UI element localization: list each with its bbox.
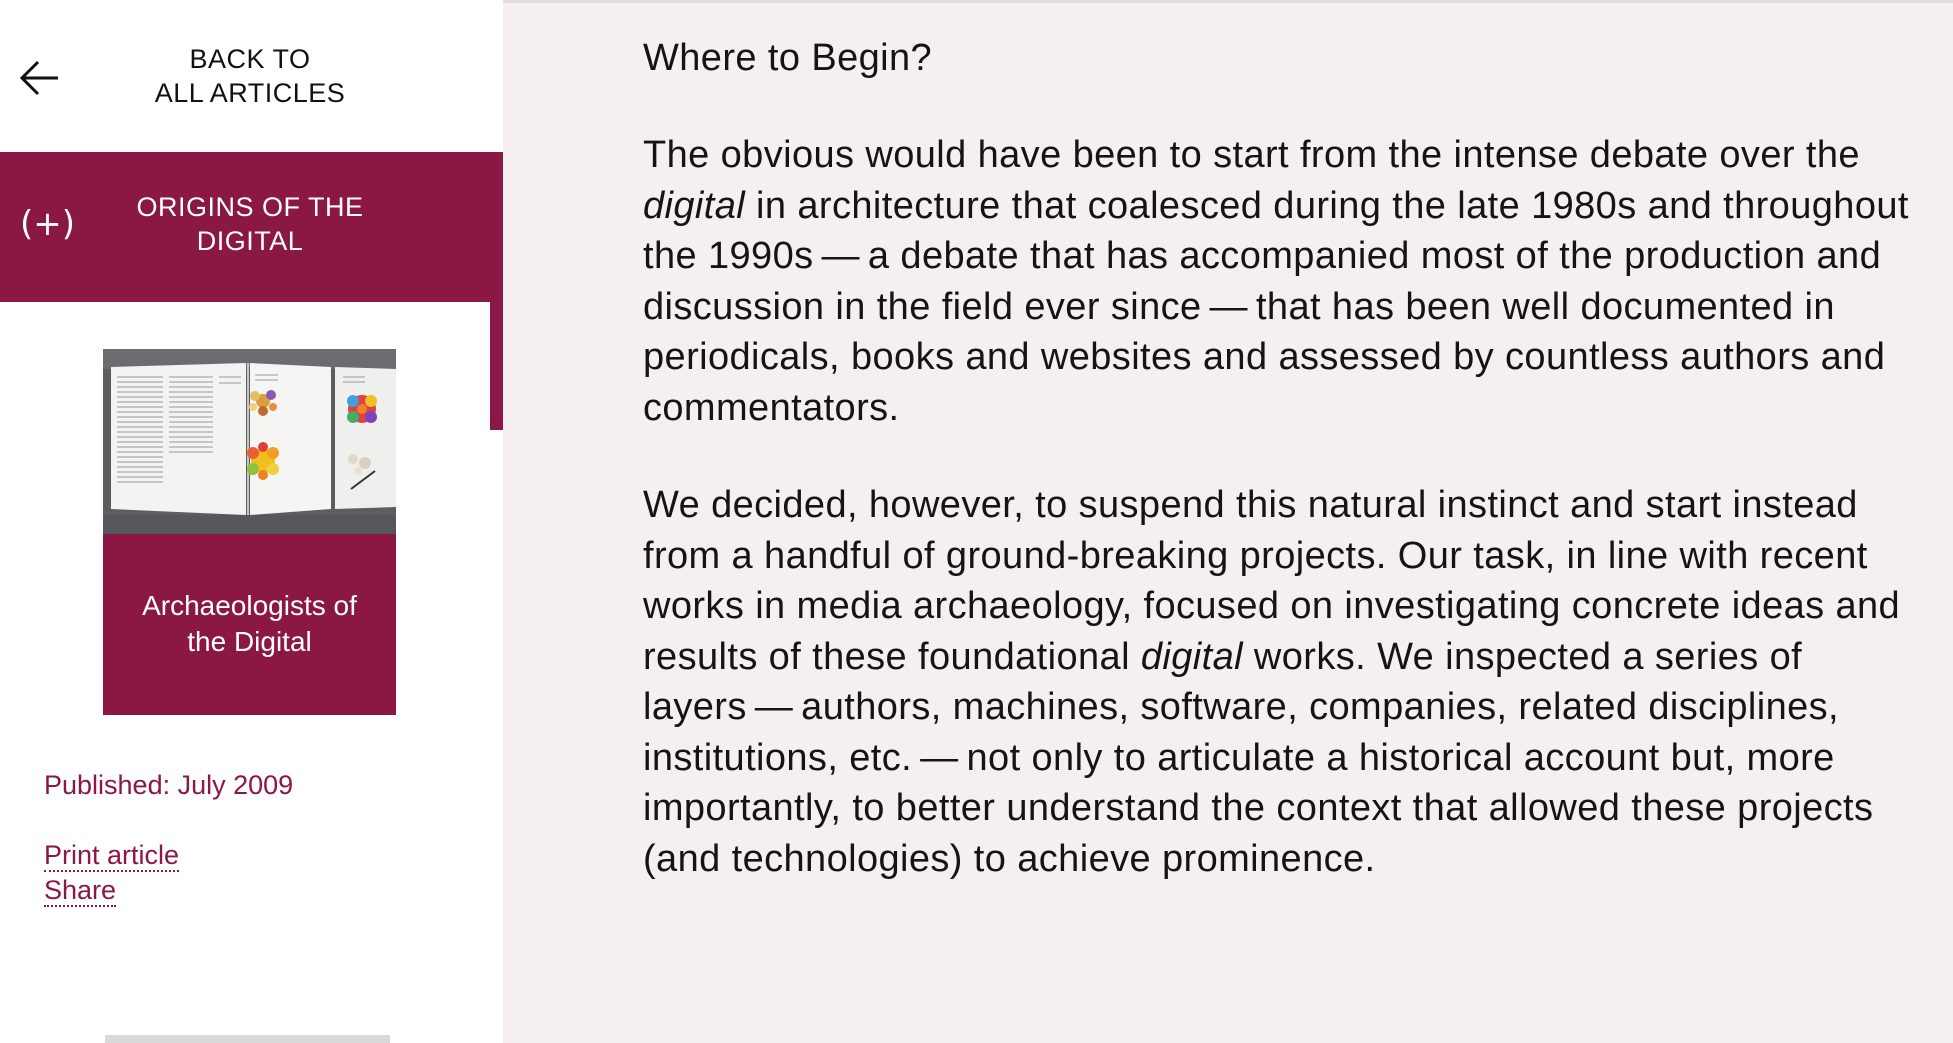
back-label-line2: ALL ARTICLES (154, 78, 346, 108)
caption-line1: Archaeologists of (142, 590, 357, 621)
caption-line2: the Digital (187, 626, 312, 657)
section-title-line1: ORIGINS OF THE (136, 192, 364, 222)
sidebar-scroll-indicator[interactable] (490, 302, 503, 430)
share-link[interactable]: Share (44, 875, 117, 907)
sidebar: BACK TO ALL ARTICLES (+) ORIGINS OF THE … (0, 0, 503, 1043)
article-card[interactable]: Archaeologists of the Digital (103, 349, 396, 715)
section-title: ORIGINS OF THE DIGITAL (100, 190, 400, 258)
back-label-line1: BACK TO (189, 44, 311, 74)
article-paragraph-2: We decided, however, to suspend this nat… (643, 480, 1923, 884)
section-title-line2: DIGITAL (196, 226, 304, 256)
p1-text-a: The obvious would have been to start fro… (643, 134, 1860, 176)
p1-text-b: in architecture that coalesced during th… (643, 184, 1909, 429)
arrow-left-icon (18, 58, 62, 98)
next-article-card-peek[interactable] (105, 1035, 390, 1043)
article-body: Where to Begin? The obvious would have b… (643, 33, 1923, 931)
article-card-caption: Archaeologists of the Digital (103, 534, 396, 715)
p2-emphasis: digital (1140, 635, 1243, 678)
section-origins-of-the-digital[interactable]: (+) ORIGINS OF THE DIGITAL (0, 152, 503, 302)
print-article-link[interactable]: Print article (44, 840, 180, 872)
back-label: BACK TO ALL ARTICLES (100, 42, 400, 110)
published-date: Published: July 2009 (44, 770, 294, 800)
expand-toggle[interactable]: (+) (20, 204, 75, 244)
back-to-all-articles-link[interactable]: BACK TO ALL ARTICLES (0, 0, 503, 152)
article-paragraph-1: The obvious would have been to start fro… (643, 130, 1923, 433)
article-content: Where to Begin? The obvious would have b… (503, 0, 1953, 1043)
page: BACK TO ALL ARTICLES (+) ORIGINS OF THE … (0, 0, 1953, 1043)
article-heading: Where to Begin? (643, 37, 933, 79)
p1-emphasis: digital (643, 184, 746, 227)
book-spread-image (103, 349, 396, 534)
